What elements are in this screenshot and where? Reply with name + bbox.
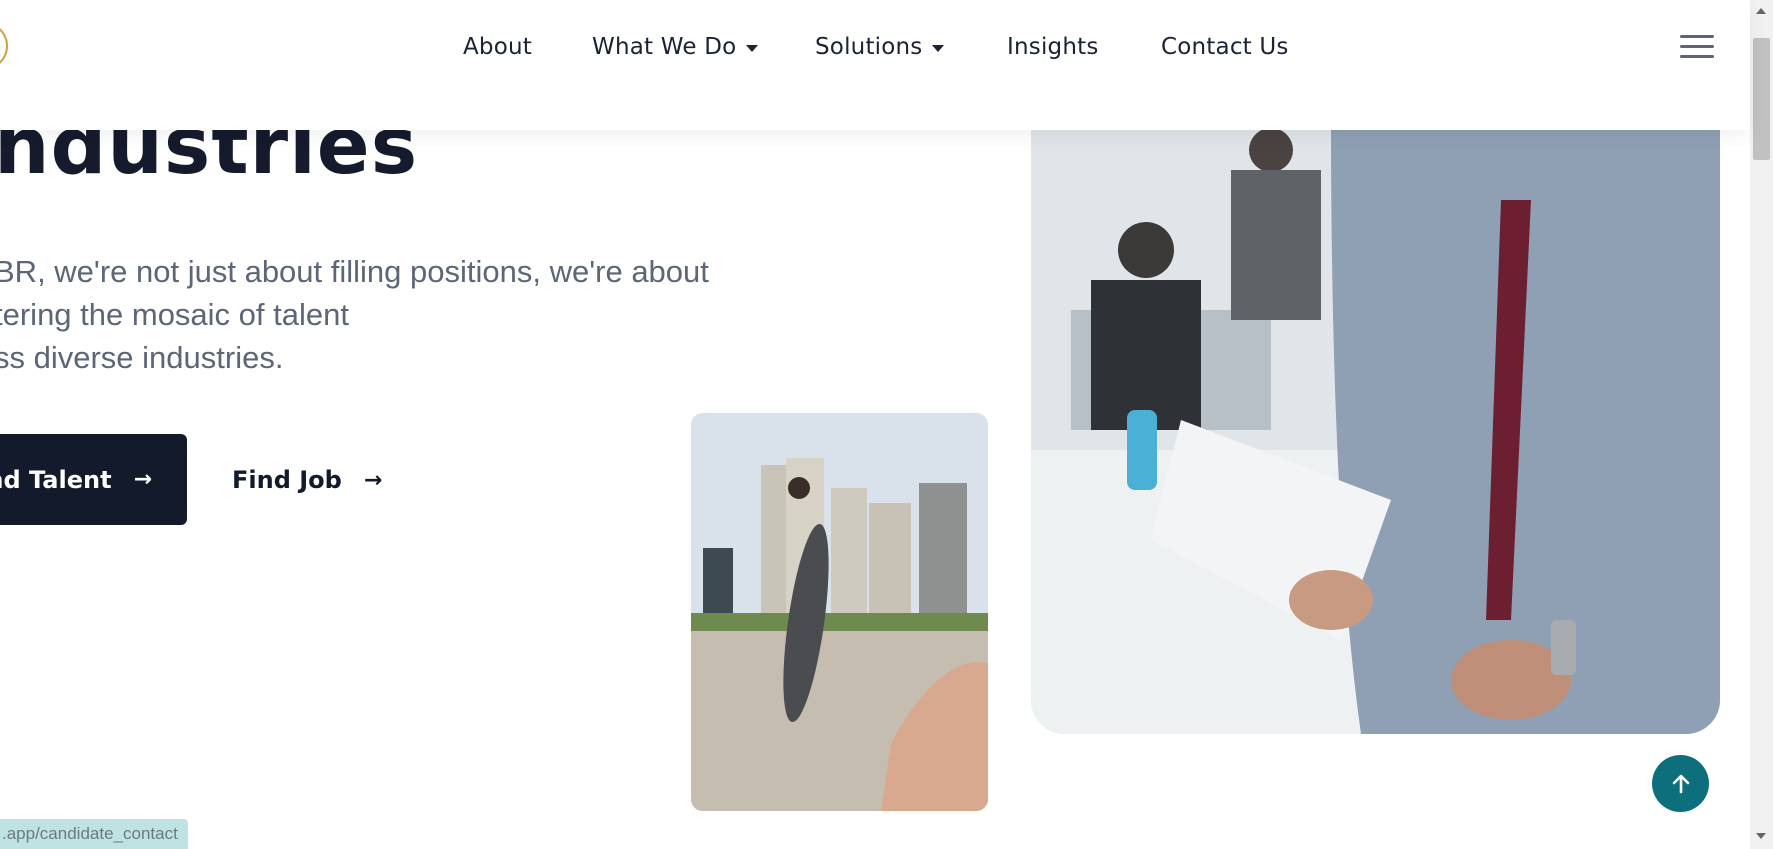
find-job-label: Find Job <box>232 466 342 494</box>
scroll-down-arrow-icon[interactable] <box>1756 833 1766 839</box>
caret-down-icon <box>746 45 759 52</box>
status-bar-url: .app/candidate_contact <box>0 819 188 849</box>
scroll-up-arrow-icon[interactable] <box>1756 8 1766 14</box>
nav-solutions-label: Solutions <box>815 34 923 60</box>
nav-about-label: About <box>463 34 533 60</box>
nav-contact-us[interactable]: Contact Us <box>1161 34 1289 60</box>
nav-about[interactable]: About <box>463 34 532 60</box>
find-talent-label: nd Talent <box>0 465 112 494</box>
nav-contact-us-label: Contact Us <box>1161 34 1289 60</box>
vertical-scrollbar[interactable] <box>1750 0 1773 849</box>
hero-description: BR, we're not just about filling positio… <box>0 250 794 379</box>
scroll-to-top-button[interactable] <box>1652 755 1709 812</box>
hamburger-icon[interactable] <box>1680 34 1714 60</box>
hero-description-line: tering the mosaic of talent <box>0 297 349 332</box>
arrow-up-icon <box>1672 774 1689 793</box>
scrollbar-thumb[interactable] <box>1753 38 1770 160</box>
nav-solutions[interactable]: Solutions <box>815 34 945 60</box>
logo[interactable] <box>0 22 8 70</box>
arrow-right-icon: → <box>363 467 383 493</box>
businesswoman-image <box>691 413 988 811</box>
find-job-button[interactable]: Find Job → <box>232 455 382 505</box>
businessman-image <box>1031 120 1720 734</box>
hero-description-line: BR, we're not just about filling positio… <box>0 254 709 289</box>
nav-insights-label: Insights <box>1007 34 1099 60</box>
find-talent-button[interactable]: nd Talent → <box>0 434 187 525</box>
hero-description-line: ss diverse industries. <box>0 340 284 375</box>
nav-insights[interactable]: Insights <box>1007 34 1099 60</box>
arrow-right-icon: → <box>133 467 152 492</box>
nav-what-we-do-label: What We Do <box>592 34 737 60</box>
caret-down-icon <box>932 45 945 52</box>
site-header: About What We Do Solutions Insights Cont… <box>0 0 1750 130</box>
nav-what-we-do[interactable]: What We Do <box>592 34 759 60</box>
